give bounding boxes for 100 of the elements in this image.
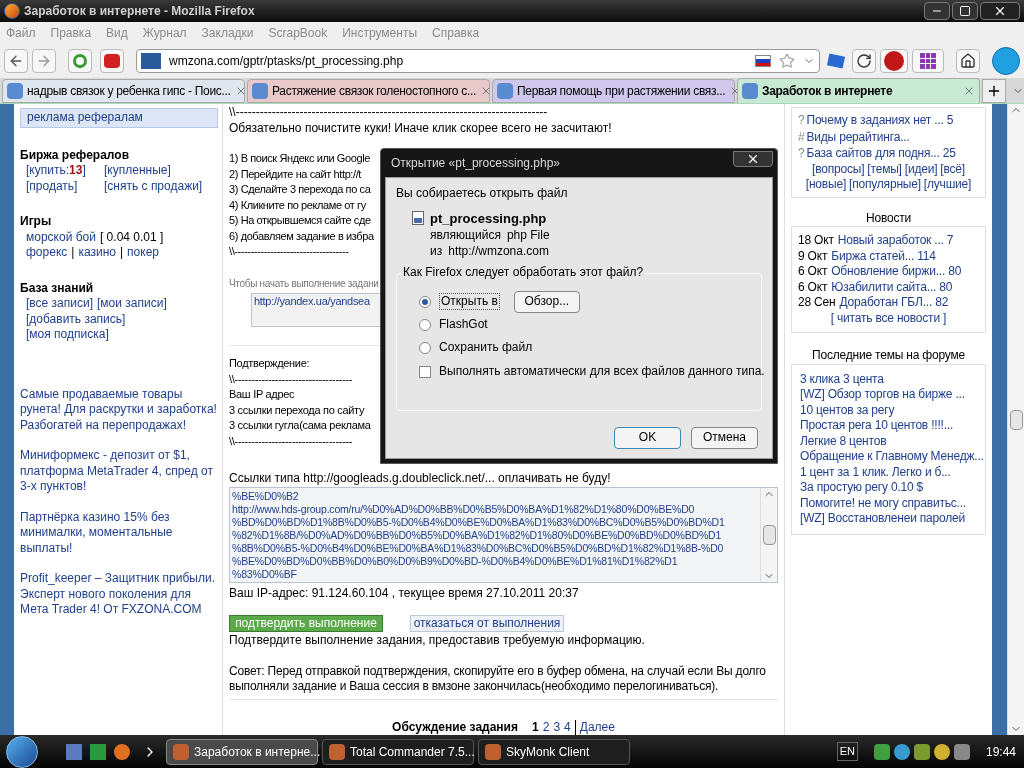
- browse-button[interactable]: Обзор...: [513, 290, 580, 313]
- news-link[interactable]: Обновление биржи... 80: [831, 264, 962, 280]
- close-button[interactable]: [980, 2, 1020, 20]
- link[interactable]: [моя подписка]: [26, 327, 109, 343]
- page-link[interactable]: 1: [532, 719, 539, 735]
- grid-button[interactable]: [912, 49, 944, 73]
- bookmark-icon[interactable]: [826, 53, 846, 69]
- news-link[interactable]: Новый заработок ... 7: [837, 233, 954, 249]
- cancel-button[interactable]: Отмена: [691, 427, 758, 449]
- browser-tab[interactable]: Первая помощь при растяжении связ...: [492, 79, 735, 103]
- tray-icon[interactable]: [953, 743, 970, 760]
- quick-launch-icon[interactable]: [114, 743, 130, 760]
- forum-link[interactable]: Легкие 8 центов: [800, 433, 887, 449]
- dialog-close-button[interactable]: [733, 151, 773, 167]
- tray-icon[interactable]: [893, 743, 910, 760]
- all-news-link[interactable]: [ читать все новости ]: [830, 310, 947, 326]
- browser-tab[interactable]: Растяжение связок голеностопного с...: [247, 79, 490, 103]
- ad-link[interactable]: Партнёрка казино 15% без минималки, моментальные выплаты!: [20, 509, 218, 556]
- sidebar-link[interactable]: реклама рефералам: [20, 108, 218, 128]
- back-button[interactable]: [4, 49, 28, 73]
- scrollbar[interactable]: [760, 487, 777, 582]
- link[interactable]: [купленные]: [104, 163, 171, 179]
- scroll-thumb[interactable]: [1009, 409, 1023, 430]
- forum-link[interactable]: 3 клика 3 цента: [800, 371, 884, 387]
- news-link[interactable]: Доработан ГБЛ... 82: [839, 295, 949, 311]
- page-link[interactable]: 3: [553, 719, 561, 735]
- link[interactable]: [продать]: [26, 178, 104, 194]
- radio-button[interactable]: [419, 295, 431, 308]
- option-label[interactable]: FlashGot: [439, 316, 488, 333]
- link[interactable]: [снять с продажи]: [104, 178, 203, 194]
- link[interactable]: казино: [78, 245, 116, 261]
- forum-link[interactable]: [WZ] Восстановленеи паролей: [800, 511, 966, 527]
- new-tab-button[interactable]: [982, 79, 1006, 103]
- maximize-button[interactable]: [952, 2, 978, 20]
- taskbar-button[interactable]: Total Commander 7.5...: [322, 738, 474, 765]
- link[interactable]: покер: [127, 245, 159, 261]
- extension-button[interactable]: [100, 49, 124, 73]
- link[interactable]: [мои записи]: [97, 296, 167, 312]
- start-button[interactable]: [6, 735, 38, 768]
- filter-link[interactable]: [всё]: [940, 161, 965, 177]
- option-label[interactable]: Открыть в: [439, 292, 500, 311]
- radio-button[interactable]: [419, 318, 431, 331]
- ad-link[interactable]: Profit_keeper – Защитник прибыли. Эксперт нового поколения для Мета Trader 4! От FXZONA.COM: [20, 571, 218, 618]
- extension-button[interactable]: [68, 49, 92, 73]
- refuse-button[interactable]: отказаться от выполнения: [410, 615, 564, 632]
- taskbar-button[interactable]: Заработок в интерне...: [166, 738, 318, 765]
- filter-link[interactable]: [темы]: [867, 161, 902, 177]
- forum-link[interactable]: Помогите! не могу справитьс...: [800, 495, 966, 511]
- address-field[interactable]: wmzona.com/gptr/ptasks/pt_processing.php: [136, 49, 820, 73]
- link[interactable]: [купить:13]: [26, 163, 104, 179]
- forum-link[interactable]: Обращение к Главному Менедж...: [800, 449, 984, 465]
- page-link[interactable]: 4: [564, 719, 571, 735]
- tray-icon[interactable]: [873, 743, 890, 760]
- forum-link[interactable]: 10 центов за регу: [800, 402, 895, 418]
- link[interactable]: форекс: [26, 245, 68, 261]
- url-text: http://yandex.ua/yandsea: [254, 294, 370, 309]
- question-link[interactable]: Почему в заданиях нет ... 5: [806, 113, 954, 129]
- filter-link[interactable]: [идеи]: [904, 161, 938, 177]
- forum-link[interactable]: [WZ] Обзор торгов на бирже ...: [800, 387, 965, 403]
- filter-link[interactable]: [вопросы]: [812, 161, 865, 177]
- checkbox-label[interactable]: Выполнять автоматически для всех файлов данного типа.: [439, 364, 765, 380]
- news-link[interactable]: Биржа статей... 114: [831, 248, 936, 264]
- option-label[interactable]: Сохранить файл: [439, 339, 533, 356]
- browser-tab[interactable]: надрыв связок у ребенка гипс - Поис...: [2, 79, 245, 103]
- reload-button[interactable]: [852, 49, 876, 73]
- link[interactable]: морской бой: [26, 229, 96, 245]
- quick-launch-icon[interactable]: [66, 743, 82, 760]
- filter-link[interactable]: [лучшие]: [923, 177, 972, 193]
- checkbox[interactable]: [419, 365, 431, 378]
- star-icon[interactable]: [779, 53, 795, 69]
- link[interactable]: [все записи]: [26, 296, 93, 312]
- adblock-button[interactable]: [880, 49, 908, 73]
- forum-link[interactable]: Простая рега 10 центов !!!!...: [800, 418, 954, 434]
- filter-link[interactable]: [новые]: [805, 177, 847, 193]
- browser-tab[interactable]: Заработок в интернете: [737, 78, 980, 103]
- tray-icon[interactable]: [913, 743, 930, 760]
- forum-link[interactable]: За простую регу 0.10 $: [800, 480, 924, 496]
- minimize-button[interactable]: [924, 2, 950, 20]
- forum-link[interactable]: 1 цент за 1 клик. Легко и б...: [800, 464, 951, 480]
- radio-button[interactable]: [419, 341, 431, 354]
- news-link[interactable]: Юзабилити сайта... 80: [831, 279, 953, 295]
- quick-launch-icon[interactable]: [90, 743, 106, 760]
- close-tab-icon[interactable]: [963, 85, 975, 97]
- language-indicator[interactable]: EN: [836, 742, 858, 761]
- ad-link[interactable]: Самые продаваемые товары рунета! Для раскрутки и заработка! Разбогатей на перепродажах!: [20, 386, 218, 433]
- scroll-thumb[interactable]: [762, 524, 776, 545]
- ad-link[interactable]: Миниформекс - депозит от $1, платформа MetaTrader 4, спред от 3-х пунктов!: [20, 448, 218, 495]
- scrollbar[interactable]: [1007, 104, 1024, 735]
- skype-button[interactable]: [992, 47, 1020, 75]
- question-link[interactable]: База сайтов для подня... 25: [806, 146, 956, 162]
- advice-text: Совет: Перед отправкой подтверждения, скопируйте его в буфер обмена, на случай если Вы долго выполняли задание и Ваша сессия в вмзоне закончилась(необходимо перелогиниваться).: [229, 663, 767, 695]
- ok-button[interactable]: OK: [614, 427, 681, 449]
- taskbar-button[interactable]: SkyMonk Client: [478, 738, 630, 765]
- answer-field[interactable]: [229, 486, 778, 583]
- filter-link[interactable]: [популярные]: [849, 177, 921, 193]
- tray-icon[interactable]: [933, 743, 950, 760]
- question-link[interactable]: Виды рерайтинга...: [806, 129, 910, 145]
- page-link[interactable]: 2: [542, 719, 550, 735]
- link[interactable]: [добавить запись]: [26, 311, 126, 327]
- home-button[interactable]: [956, 49, 980, 73]
